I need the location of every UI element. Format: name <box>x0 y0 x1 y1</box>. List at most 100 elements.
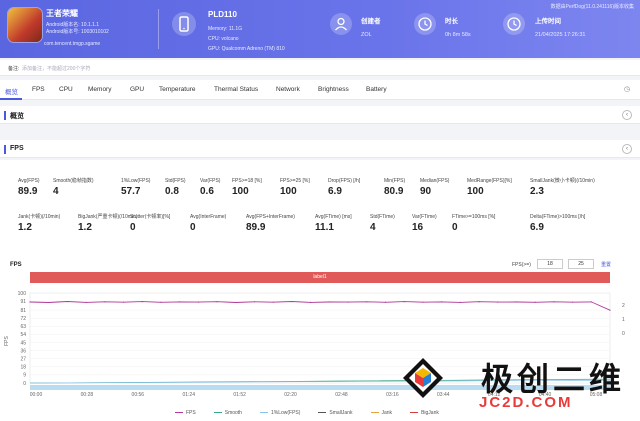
stat-row2-4: Avg(FPS+InterFrame) 89.9 <box>246 214 306 233</box>
overview-title: 概览 <box>10 113 24 120</box>
fps-point <box>459 301 461 303</box>
history-icon[interactable]: ◷ <box>624 85 630 93</box>
stat-row1-11: SmallJank(微小卡顿)(/10min) 2.3 <box>530 178 595 197</box>
fps-point <box>347 301 349 303</box>
creator-label: 创建者 <box>361 18 381 25</box>
tab-memory[interactable]: Memory <box>88 86 111 93</box>
stat-row2-1: BigJank(严重卡顿)(/10min) 1.2 <box>78 214 138 233</box>
fps-point <box>141 301 143 303</box>
stat-row2-5: Avg(FTime) [ms] 11.1 <box>315 214 375 233</box>
tab-fps[interactable]: FPS <box>32 86 45 93</box>
x-tick-label: 01:24 <box>182 392 195 398</box>
duration-value: 0h 8m 58s <box>445 32 471 38</box>
legend-item[interactable]: FPS <box>175 410 196 416</box>
version-info: 数据由PerfDog(11.0.241116)版本收集 <box>550 4 634 10</box>
legend-label: Jank <box>381 410 393 416</box>
device-name: PLD110 <box>208 10 237 19</box>
fps-point <box>534 301 536 303</box>
stat-label: SmallJank(微小卡顿)(/10min) <box>530 178 595 184</box>
fps-point <box>216 301 218 303</box>
legend-swatch <box>318 411 327 414</box>
fps-point <box>497 301 499 303</box>
device-gpu: GPU: Qualcomm Adreno (TM) 810 <box>208 46 285 52</box>
fps-point <box>197 301 199 303</box>
fps-point <box>48 301 50 304</box>
stat-row1-7: Drop(FPS) [/h] 6.9 <box>328 178 388 197</box>
tab-battery[interactable]: Battery <box>366 86 387 93</box>
stat-value: 2.3 <box>530 186 544 197</box>
stat-label: Jank(卡顿)(/10min) <box>18 214 61 220</box>
y-tick-label: 100 <box>18 291 27 297</box>
legend-swatch <box>259 411 268 414</box>
package-name: com.tencent.tmgp.sgame <box>44 41 101 47</box>
collapse-icon[interactable]: ‹ <box>622 144 632 154</box>
remark-input[interactable]: 添加备注，不能超过200个字符 <box>22 65 90 72</box>
tab-network[interactable]: Network <box>276 86 300 93</box>
fps-point <box>160 301 162 303</box>
y-tick-label: 0 <box>23 381 26 387</box>
report-header: 王者荣耀 Android版本名: 10.1.1.1 Android版本号: 10… <box>0 0 640 58</box>
fps-section: FPS ‹ <box>0 140 640 158</box>
legend-label: SmallJank <box>329 410 353 416</box>
fps-point <box>272 301 274 303</box>
upload-clock-icon <box>503 13 525 35</box>
watermark-cube-icon <box>403 358 443 398</box>
fps-point <box>29 301 31 303</box>
overview-section: 概览 ‹ <box>0 106 640 124</box>
legend-item[interactable]: SmallJank <box>318 410 353 416</box>
fps-threshold-label: FPS(>=) <box>512 262 531 268</box>
tab-overview[interactable]: 概览 <box>5 86 18 96</box>
stat-value: 1.2 <box>78 222 92 233</box>
header-divider <box>158 9 159 49</box>
phone-icon <box>172 12 196 36</box>
right-tick-label: 0 <box>622 331 625 337</box>
legend-item[interactable]: Smooth <box>213 410 242 416</box>
fps-point <box>328 301 330 303</box>
tab-temperature[interactable]: Temperature <box>159 86 196 93</box>
android-version: Android版本名: 10.1.1.1 <box>46 22 100 28</box>
stat-label: Stutter(卡顿率)[%] <box>130 214 171 220</box>
perfdog-report: 王者荣耀 Android版本名: 10.1.1.1 Android版本号: 10… <box>0 0 640 421</box>
tab-cpu[interactable]: CPU <box>59 86 73 93</box>
fps-point <box>253 301 256 303</box>
stat-value: 6.9 <box>328 186 342 197</box>
fps-point <box>235 301 237 304</box>
label-bar[interactable]: label1 <box>30 272 610 283</box>
stat-row2-0: Jank(卡顿)(/10min) 1.2 <box>18 214 78 233</box>
legend-item[interactable]: Jank <box>370 410 393 416</box>
legend-item[interactable]: 1%Low(FPS) <box>259 410 300 416</box>
game-icon <box>8 8 42 42</box>
fps-threshold-max-input[interactable]: 25 <box>568 259 594 269</box>
stat-label: MedRange(FPS)[%] <box>467 178 512 184</box>
device-memory: Memory: 11.1G <box>208 26 243 32</box>
stat-label: BigJank(严重卡顿)(/10min) <box>78 214 138 220</box>
stat-value: 0 <box>452 222 458 233</box>
reset-button[interactable]: 重置 <box>601 261 611 268</box>
legend-label: Smooth <box>224 410 242 416</box>
legend-swatch <box>175 411 183 414</box>
fps-point <box>422 301 424 303</box>
tab-gpu[interactable]: GPU <box>130 86 144 93</box>
stat-value: 0 <box>130 222 136 233</box>
section-marker <box>4 145 6 154</box>
clock-icon <box>414 13 436 35</box>
section-marker <box>4 111 6 120</box>
stat-label: Smooth(稳帧指数) <box>53 178 94 184</box>
collapse-icon[interactable]: ‹ <box>622 110 632 120</box>
stat-value: 0 <box>190 222 196 233</box>
fps-threshold-min-input[interactable]: 18 <box>537 259 563 269</box>
stat-label: FTime>=100ms [%] <box>452 214 496 220</box>
fps-point <box>66 300 69 303</box>
device-cpu: CPU: volcano <box>208 36 239 42</box>
upload-label: 上传时间 <box>535 18 561 25</box>
fps-point <box>366 301 368 303</box>
fps-point <box>571 301 574 303</box>
tab-brightness[interactable]: Brightness <box>318 86 349 93</box>
x-tick-label: 01:52 <box>233 392 246 398</box>
tab-thermal-status[interactable]: Thermal Status <box>214 86 258 93</box>
stat-value: 89.9 <box>246 222 266 233</box>
legend-swatch <box>213 411 222 414</box>
fps-point <box>104 301 106 303</box>
stat-value: 11.1 <box>315 222 334 233</box>
y-tick-label: 54 <box>20 332 26 338</box>
